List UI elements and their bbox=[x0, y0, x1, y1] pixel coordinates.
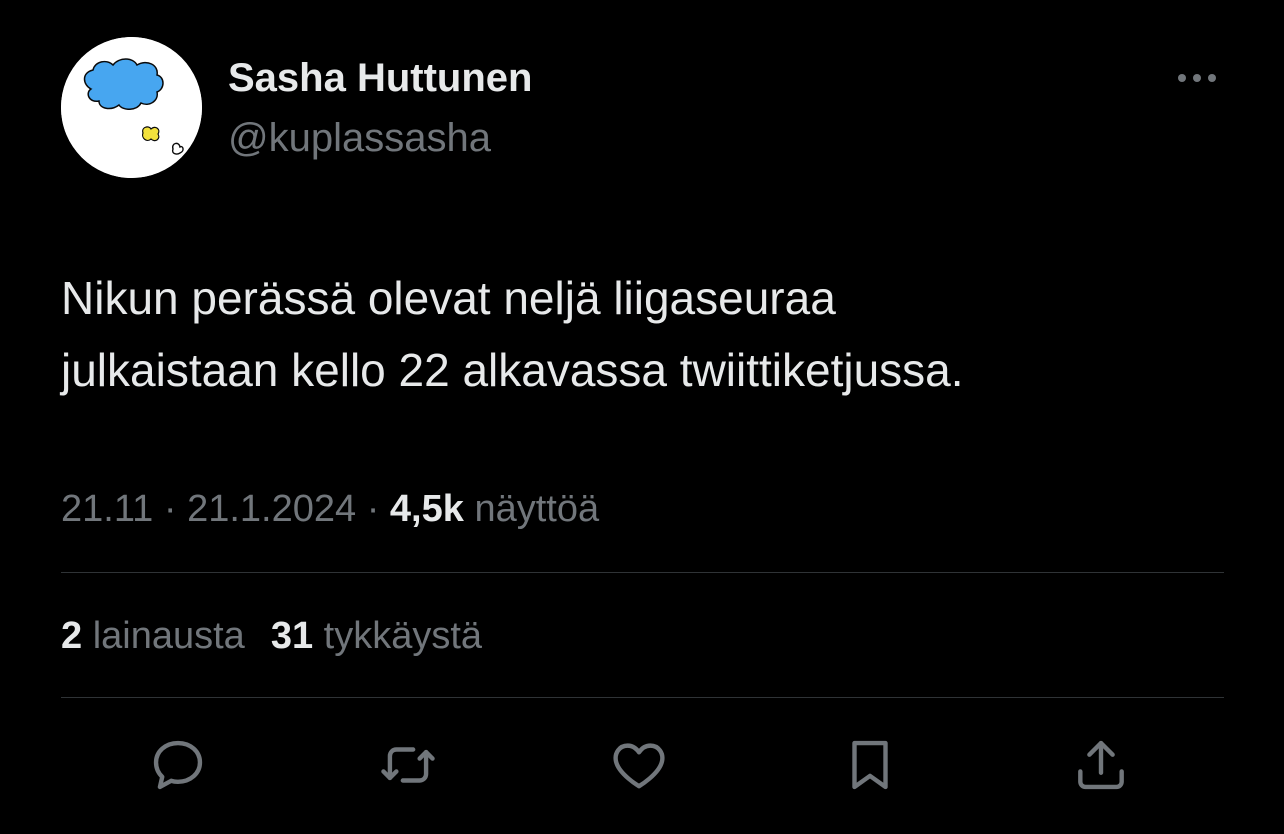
retweet-button[interactable] bbox=[373, 730, 443, 800]
bookmark-icon bbox=[852, 740, 888, 790]
likes-count: 31 bbox=[270, 615, 314, 657]
meta-separator: · bbox=[366, 488, 380, 530]
likes-label: tykkäystä bbox=[323, 615, 483, 657]
tweet-stats: 2 lainausta 31 tykkäystä bbox=[61, 612, 482, 660]
author-handle[interactable]: @kuplassasha bbox=[228, 114, 491, 162]
quotes-link[interactable]: 2 lainausta bbox=[61, 615, 245, 657]
retweet-icon bbox=[381, 747, 435, 783]
divider bbox=[61, 572, 1224, 573]
views-label[interactable]: näyttöä bbox=[474, 488, 599, 530]
bookmark-button[interactable] bbox=[835, 730, 905, 800]
avatar[interactable] bbox=[61, 37, 202, 178]
tweet-detail: Sasha Huttunen @kuplassasha Nikun peräss… bbox=[0, 0, 1284, 834]
views-count[interactable]: 4,5k bbox=[390, 488, 464, 530]
like-button[interactable] bbox=[604, 730, 674, 800]
share-icon bbox=[1078, 740, 1124, 790]
tweet-text-line: julkaistaan kello 22 alkavassa twiittike… bbox=[61, 344, 964, 396]
avatar-cloud-image bbox=[61, 37, 202, 178]
quotes-count: 2 bbox=[61, 615, 83, 657]
heart-icon bbox=[613, 743, 665, 789]
meta-separator: · bbox=[163, 488, 177, 530]
tweet-time[interactable]: 21.11 bbox=[61, 488, 153, 530]
divider bbox=[61, 697, 1224, 698]
reply-button[interactable] bbox=[143, 730, 213, 800]
likes-link[interactable]: 31 tykkäystä bbox=[271, 615, 482, 657]
tweet-text: Nikun perässä olevat neljä liigaseuraa j… bbox=[61, 262, 1221, 406]
tweet-date[interactable]: 21.1.2024 bbox=[187, 488, 356, 530]
reply-bubble-icon bbox=[153, 740, 203, 790]
more-options-button[interactable] bbox=[1172, 62, 1222, 94]
tweet-text-line: Nikun perässä olevat neljä liigaseuraa bbox=[61, 272, 836, 324]
quotes-label: lainausta bbox=[92, 615, 245, 657]
more-horizontal-icon bbox=[1178, 74, 1216, 82]
author-name[interactable]: Sasha Huttunen bbox=[228, 54, 532, 102]
tweet-meta: 21.11 · 21.1.2024 · 4,5k näyttöä bbox=[61, 485, 599, 533]
share-button[interactable] bbox=[1066, 730, 1136, 800]
